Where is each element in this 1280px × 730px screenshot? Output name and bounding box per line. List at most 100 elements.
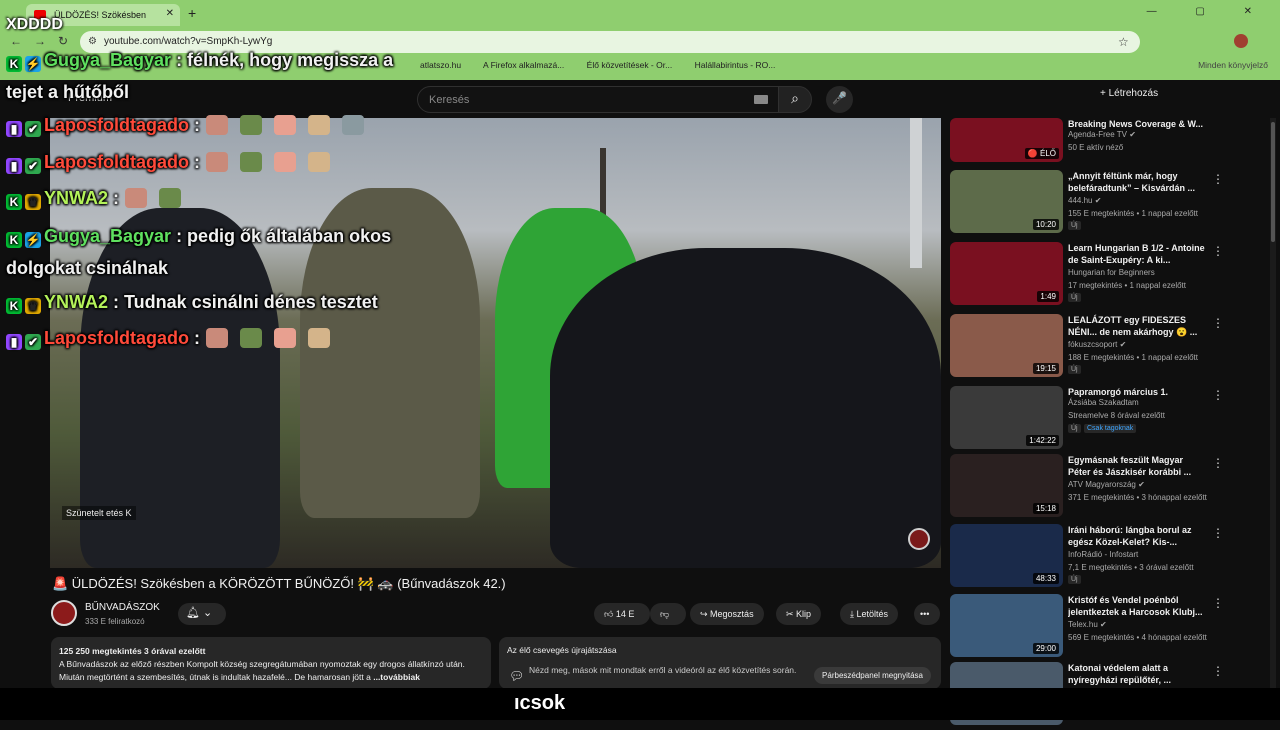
- recommended-video[interactable]: 1:42:22 Papramorgó március 1. Ázsiába Szak…: [950, 386, 1270, 454]
- subtitle-text: ıcsok: [514, 692, 566, 714]
- recommended-channel: Telex.hu ✔: [1068, 620, 1107, 629]
- chat-message: K ⚡ Gugya_Bagyar : pedig ők általában okos: [6, 226, 391, 248]
- chat-replay-title: Az élő csevegés újrajátszása: [507, 645, 617, 655]
- twitch-badge-icon: ▮: [6, 121, 22, 137]
- video-thumbnail[interactable]: 29:00: [950, 594, 1063, 657]
- more-options-icon[interactable]: ⋮: [1212, 388, 1224, 402]
- recommended-video[interactable]: 19:15 LEALÁZOTT egy FIDESZES NÉNI... de n…: [950, 314, 1270, 382]
- chat-emote-icon: [206, 152, 228, 172]
- recommended-channel: Ázsiába Szakadtam: [1068, 398, 1139, 407]
- chat-message: K ⚡ Gugya_Bagyar : félnék, hogy megissza a: [6, 50, 393, 72]
- more-options-icon[interactable]: ⋮: [1212, 244, 1224, 258]
- chat-emote-icon: [240, 152, 262, 172]
- show-more-link[interactable]: ...továbbiak: [373, 672, 420, 682]
- chat-message-continuation: dolgokat csinálnak: [6, 258, 169, 278]
- members-only-badge: Csak tagoknak: [1084, 424, 1137, 433]
- video-duration: 48:33: [1032, 573, 1059, 584]
- like-icon: 👍︎: [604, 609, 616, 619]
- bookmark-item[interactable]: Halállabirintus - RO...: [695, 60, 776, 70]
- profile-avatar[interactable]: [1234, 34, 1248, 48]
- chat-username: YNWA2: [44, 292, 109, 312]
- chat-username: YNWA2: [44, 188, 109, 208]
- notification-bell-button[interactable]: 🔔︎ ⌄: [178, 603, 226, 625]
- open-chat-button[interactable]: Párbeszédpanel megnyitása: [814, 667, 931, 684]
- channel-avatar[interactable]: [51, 600, 77, 626]
- clip-button[interactable]: ✂ Klip: [776, 603, 822, 625]
- chat-message: ▮ ✔ Laposfoldtagado :: [6, 115, 370, 137]
- chat-username: Laposfoldtagado: [44, 152, 189, 172]
- video-duration: 1:42:22: [1026, 435, 1059, 446]
- chat-username: Gugya_Bagyar: [44, 226, 172, 246]
- chat-message-continuation: tejet a hűtőből: [6, 82, 129, 102]
- video-duration: 1:49: [1037, 291, 1059, 302]
- all-bookmarks[interactable]: Minden könyvjelző: [1198, 60, 1268, 70]
- chat-message: ▮ ✔ Laposfoldtagado :: [6, 152, 336, 174]
- search-button[interactable]: ⌕: [778, 86, 812, 113]
- mic-button[interactable]: 🎤: [826, 86, 853, 113]
- video-thumbnail[interactable]: 15:18: [950, 454, 1063, 517]
- channel-name[interactable]: BŰNVADÁSZOK: [85, 602, 160, 613]
- more-options-icon[interactable]: ⋮: [1212, 456, 1224, 470]
- chat-emote-icon: [240, 115, 262, 135]
- chat-icon: 💬︎: [509, 669, 525, 683]
- video-duration: 15:18: [1032, 503, 1059, 514]
- more-options-icon[interactable]: ⋮: [1212, 526, 1224, 540]
- chat-text: :: [189, 152, 200, 172]
- chat-replay-text: Nézd meg, mások mit mondtak erről a vide…: [529, 665, 797, 675]
- recommended-meta: 155 E megtekintés • 1 nappal ezelőtt: [1068, 209, 1198, 218]
- chat-text: : Tudnak csinálni dénes tesztet: [108, 292, 378, 312]
- video-thumbnail[interactable]: 48:33: [950, 524, 1063, 587]
- video-thumbnail[interactable]: 1:42:22: [950, 386, 1063, 449]
- chat-emote-icon: [342, 115, 364, 135]
- view-stats: 125 250 megtekintés 3 órával ezelőtt: [59, 646, 206, 656]
- video-thumbnail[interactable]: 19:15: [950, 314, 1063, 377]
- keyboard-icon[interactable]: [754, 95, 768, 104]
- search-icon: ⌕: [791, 90, 799, 106]
- video-thumbnail[interactable]: 🔴 ÉLŐ: [950, 118, 1063, 162]
- video-duration: 10:20: [1032, 219, 1059, 230]
- recommended-title: Iráni háború: lángba borul az egész Köze…: [1068, 525, 1192, 547]
- recommended-title: LEALÁZOTT egy FIDESZES NÉNI... de nem ak…: [1068, 315, 1198, 337]
- like-count: 14 E: [615, 609, 635, 619]
- chat-emote-icon: [308, 152, 330, 172]
- person-figure: [550, 248, 941, 568]
- new-badge: Új: [1068, 575, 1081, 584]
- bookmark-star-icon[interactable]: ☆: [1118, 35, 1129, 49]
- dislike-button[interactable]: 👎︎: [650, 603, 686, 625]
- window-controls[interactable]: — ▢ ✕: [1147, 6, 1270, 17]
- recommendations-sidebar: 🔴 ÉLŐ Breaking News Coverage & W... Agenda…: [950, 118, 1270, 725]
- like-button[interactable]: 👍︎ 14 E: [594, 603, 650, 625]
- scrollbar-thumb[interactable]: [1271, 122, 1275, 242]
- more-actions-button[interactable]: •••: [914, 603, 940, 625]
- chat-message: ▮ ✔ Laposfoldtagado :: [6, 328, 336, 350]
- new-badge: Új: [1068, 221, 1081, 230]
- share-button[interactable]: ↪ Megosztás: [690, 603, 764, 625]
- recommended-video[interactable]: 29:00 Kristóf és Vendel poénból jelentkez…: [950, 594, 1270, 662]
- video-thumbnail[interactable]: 10:20: [950, 170, 1063, 233]
- description-box[interactable]: 125 250 megtekintés 3 órával ezelőtt A B…: [51, 637, 491, 689]
- download-button[interactable]: ⤓ Letöltés: [840, 603, 899, 625]
- recommended-video[interactable]: 15:18 Egymásnak feszült Magyar Péter és J…: [950, 454, 1270, 522]
- twitch-kick-badge-icon: K: [6, 56, 22, 72]
- more-options-icon[interactable]: ⋮: [1212, 664, 1224, 678]
- create-button[interactable]: + Létrehozás: [1100, 88, 1158, 99]
- chat-emote-icon: [274, 152, 296, 172]
- recommended-video[interactable]: 48:33 Iráni háború: lángba borul az egész…: [950, 524, 1270, 592]
- more-options-icon[interactable]: ⋮: [1212, 316, 1224, 330]
- twitch-kick-badge-icon: K: [6, 232, 22, 248]
- recommended-title: Katonai védelem alatt a nyíregyházi repü…: [1068, 663, 1172, 685]
- video-thumbnail[interactable]: 1:49: [950, 242, 1063, 305]
- video-duration: 19:15: [1032, 363, 1059, 374]
- more-options-icon[interactable]: ⋮: [1212, 172, 1224, 186]
- lightning-badge-icon: ⚡: [25, 232, 41, 248]
- twitch-badge-icon: ▮: [6, 158, 22, 174]
- new-badge: Új: [1068, 365, 1081, 374]
- recommended-video[interactable]: 10:20 „Annyit féltünk már, hogy belefárad…: [950, 170, 1270, 238]
- green-check-badge-icon: ✔: [25, 334, 41, 350]
- more-options-icon[interactable]: ⋮: [1212, 596, 1224, 610]
- recommended-title: Learn Hungarian B 1/2 - Antoine de Saint…: [1068, 243, 1205, 265]
- recommended-title: Papramorgó március 1.: [1068, 387, 1169, 397]
- chat-text: :: [189, 328, 200, 348]
- recommended-video[interactable]: 1:49 Learn Hungarian B 1/2 - Antoine de S…: [950, 242, 1270, 310]
- chat-emote-icon: [240, 328, 262, 348]
